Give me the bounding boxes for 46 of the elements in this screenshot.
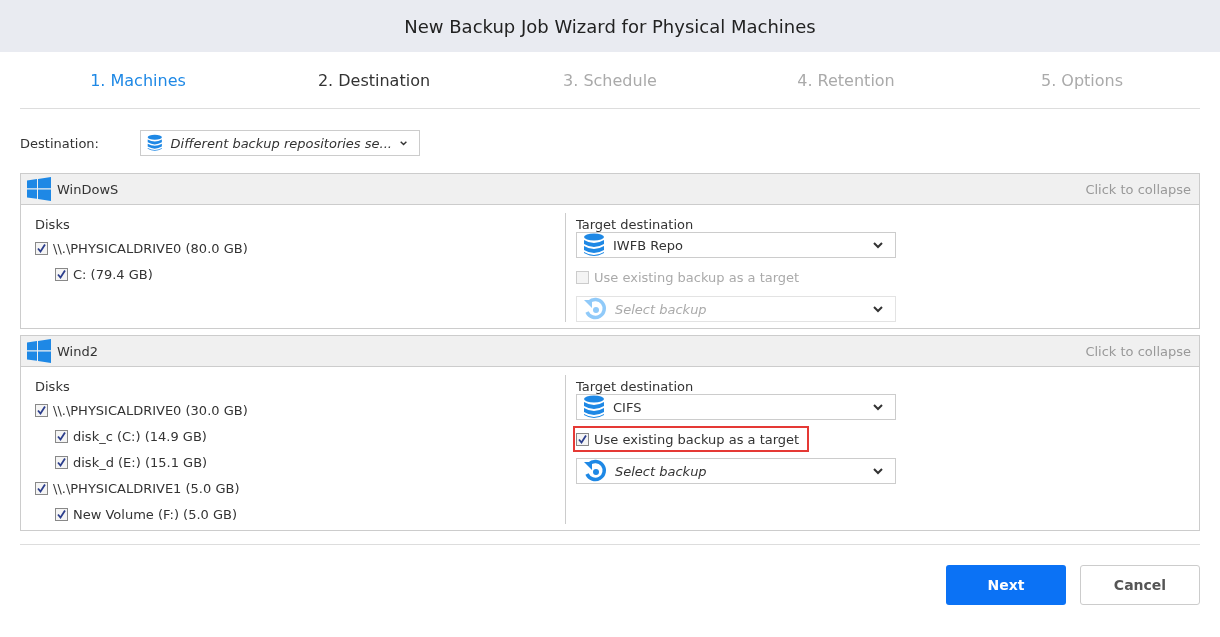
checkbox[interactable] <box>55 267 68 281</box>
cancel-button[interactable]: Cancel <box>1080 565 1200 605</box>
disk-label: \\.\PHYSICALDRIVE0 (30.0 GB) <box>53 402 248 418</box>
checkbox[interactable] <box>55 429 68 443</box>
volume-label: disk_d (E:) (15.1 GB) <box>73 454 208 470</box>
chevron-down-icon <box>873 467 883 475</box>
use-existing-label: Use existing backup as a target <box>594 269 800 285</box>
restore-icon <box>583 459 607 483</box>
window-title: New Backup Job Wizard for Physical Machines <box>404 15 816 37</box>
checkbox[interactable] <box>576 432 589 446</box>
panel-header[interactable]: Wind2 Click to collapse <box>21 336 1199 367</box>
backup-dropdown[interactable]: Select backup <box>576 458 896 484</box>
target-dropdown[interactable]: IWFB Repo <box>576 232 896 258</box>
windows-logo-icon <box>27 177 51 201</box>
disks-label: Disks <box>35 379 71 394</box>
chevron-down-icon <box>873 305 883 313</box>
disk-label: \\.\PHYSICALDRIVE1 (5.0 GB) <box>53 480 240 496</box>
checkbox[interactable] <box>35 241 48 255</box>
disks-label: Disks <box>35 217 71 232</box>
database-icon <box>583 233 605 257</box>
target-label: Target destination <box>576 217 695 232</box>
database-icon <box>583 395 605 419</box>
restore-icon <box>583 297 607 321</box>
checkbox[interactable] <box>55 507 68 521</box>
target-label: Target destination <box>576 379 695 394</box>
chevron-down-icon <box>873 241 883 249</box>
volume-label: C: (79.4 GB) <box>73 266 153 282</box>
chevron-down-icon <box>399 139 407 147</box>
windows-logo-icon <box>27 339 51 363</box>
checkbox[interactable] <box>35 403 48 417</box>
wizard-step[interactable]: 1. Machines <box>20 70 256 90</box>
wizard-step[interactable]: 2. Destination <box>256 70 492 90</box>
machine-name: Wind2 <box>57 343 99 359</box>
checkbox[interactable] <box>35 481 48 495</box>
chevron-down-icon <box>873 403 883 411</box>
volume-label: disk_c (C:) (14.9 GB) <box>73 428 207 444</box>
volume-label: New Volume (F:) (5.0 GB) <box>73 506 238 522</box>
target-dropdown[interactable]: CIFS <box>576 394 896 420</box>
destination-label: Destination: <box>20 135 100 151</box>
machine-name: WinDowS <box>57 181 120 197</box>
next-button[interactable]: Next <box>946 565 1066 605</box>
checkbox[interactable] <box>55 455 68 469</box>
use-existing-label: Use existing backup as a target <box>594 431 800 447</box>
panel-header[interactable]: WinDowS Click to collapse <box>21 174 1199 205</box>
destination-dropdown[interactable]: Different backup repositories se... <box>140 130 420 156</box>
disk-label: \\.\PHYSICALDRIVE0 (80.0 GB) <box>53 240 248 256</box>
